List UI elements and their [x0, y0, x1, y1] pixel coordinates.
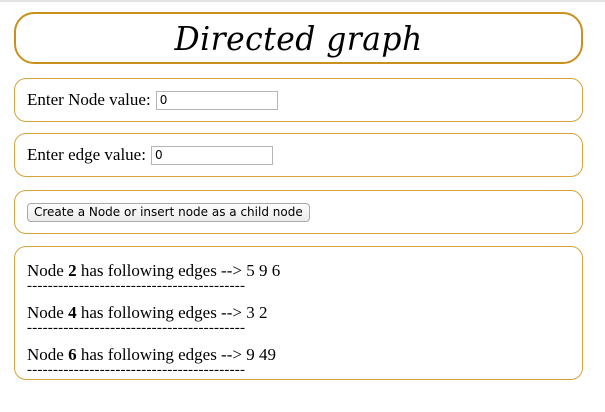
- edge-value-label: Enter edge value:: [27, 145, 146, 164]
- create-node-button[interactable]: Create a Node or insert node as a child …: [27, 202, 310, 222]
- entry-separator: ----------------------------------------…: [27, 320, 246, 336]
- entry-separator: ----------------------------------------…: [27, 362, 246, 378]
- graph-entry: Node 6 has following edges --> 9 49 ----…: [27, 345, 582, 378]
- graph-output-panel: Node 2 has following edges --> 5 9 6 ---…: [14, 246, 583, 380]
- title-panel: Directed graph: [14, 12, 583, 64]
- node-value-label: Enter Node value:: [27, 90, 151, 109]
- edge-value-panel: Enter edge value:: [14, 133, 583, 177]
- browser-edge: [0, 0, 605, 2]
- create-node-panel: Create a Node or insert node as a child …: [14, 190, 583, 234]
- graph-entry: Node 2 has following edges --> 5 9 6 ---…: [27, 261, 582, 294]
- edge-value-input[interactable]: [150, 145, 273, 165]
- node-value-input[interactable]: [155, 90, 278, 110]
- graph-entry: Node 4 has following edges --> 3 2 -----…: [27, 303, 582, 336]
- page-title: Directed graph: [174, 18, 423, 58]
- entry-separator: ----------------------------------------…: [27, 278, 246, 294]
- node-value-panel: Enter Node value:: [14, 78, 583, 122]
